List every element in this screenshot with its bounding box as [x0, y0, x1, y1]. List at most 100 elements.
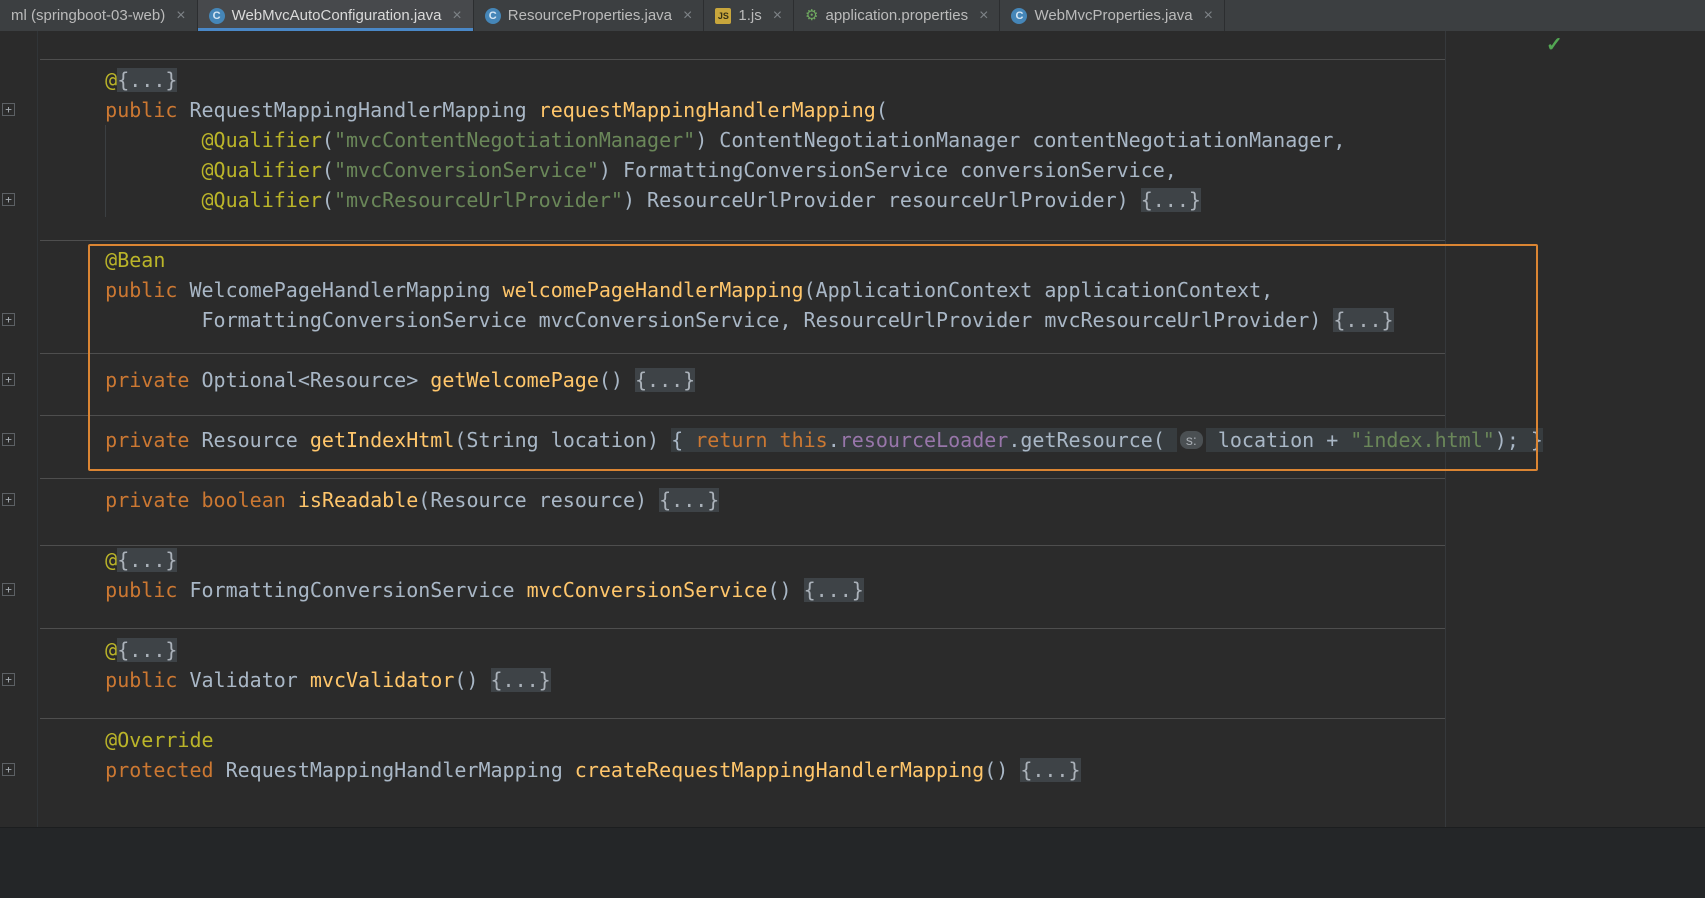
code-token: FormattingConversionService — [177, 578, 527, 602]
code-line[interactable]: public RequestMappingHandlerMapping requ… — [57, 95, 1543, 125]
code-token: () — [767, 578, 804, 602]
code-token: {...} — [803, 578, 864, 602]
tab-springboot-03-web[interactable]: ml (springboot-03-web) × — [0, 0, 198, 31]
code-line[interactable]: @{...} — [57, 545, 1543, 575]
code-line[interactable] — [57, 515, 1543, 545]
highlight-box — [88, 244, 1538, 471]
editor-tab-bar: ml (springboot-03-web) × C WebMvcAutoCon… — [0, 0, 1705, 31]
close-icon[interactable]: × — [176, 7, 185, 25]
code-token: boolean — [201, 488, 286, 512]
code-token: @Qualifier — [201, 188, 322, 212]
java-class-icon: C — [1011, 7, 1028, 24]
tab-label: ml (springboot-03-web) — [11, 7, 166, 24]
code-token: ) ResourceUrlProvider resourceUrlProvide… — [622, 188, 1141, 212]
gutter-divider — [37, 31, 38, 827]
code-line[interactable]: public FormattingConversionService mvcCo… — [57, 575, 1543, 605]
editor[interactable]: @{...} public RequestMappingHandlerMappi… — [0, 31, 1705, 827]
code-line[interactable] — [57, 215, 1543, 245]
close-icon[interactable]: × — [683, 7, 692, 25]
code-line[interactable]: @Override — [57, 725, 1543, 755]
code-line[interactable] — [57, 695, 1543, 725]
code-token: protected — [105, 758, 214, 782]
code-token: @Override — [105, 728, 214, 752]
fold-toggle-icon[interactable]: + — [2, 313, 15, 326]
code-token: {...} — [1140, 188, 1201, 212]
java-class-icon: C — [484, 7, 501, 24]
code-token: requestMappingHandlerMapping — [538, 98, 876, 122]
code-token: ) ContentNegotiationManager contentNegot… — [695, 128, 1346, 152]
fold-toggle-icon[interactable]: + — [2, 673, 15, 686]
tab-webmvcautoconfiguration-java[interactable]: C WebMvcAutoConfiguration.java × — [197, 0, 474, 31]
fold-toggle-icon[interactable]: + — [2, 493, 15, 506]
code-line[interactable]: @Qualifier("mvcContentNegotiationManager… — [57, 125, 1543, 155]
code-line[interactable]: @{...} — [57, 65, 1543, 95]
code-token: "mvcContentNegotiationManager" — [333, 128, 696, 152]
inspections-status-icon[interactable]: ✓ — [1546, 35, 1563, 55]
javascript-file-icon: JS — [715, 7, 732, 24]
code-token: {...} — [117, 68, 178, 92]
fold-toggle-icon[interactable]: + — [2, 373, 15, 386]
code-token: ) FormattingConversionService conversion… — [598, 158, 1177, 182]
tab-label: 1.js — [738, 7, 762, 24]
tab-application-properties[interactable]: ⚙ application.properties × — [794, 0, 1001, 31]
ide-window: ml (springboot-03-web) × C WebMvcAutoCon… — [0, 0, 1705, 898]
code-line[interactable]: public Validator mvcValidator() {...} — [57, 665, 1543, 695]
close-icon[interactable]: × — [979, 7, 988, 25]
tab-label: WebMvcAutoConfiguration.java — [231, 7, 442, 24]
close-icon[interactable]: × — [1204, 7, 1213, 25]
java-class-icon: C — [208, 7, 225, 24]
code-token: @Qualifier — [201, 128, 322, 152]
code-line[interactable]: @Qualifier("mvcResourceUrlProvider") Res… — [57, 185, 1543, 215]
code-token: public — [105, 98, 178, 122]
code-line[interactable] — [57, 605, 1543, 635]
code-line[interactable]: @{...} — [57, 635, 1543, 665]
tab-label: application.properties — [825, 7, 969, 24]
code-token: () — [984, 758, 1021, 782]
code-token: Validator — [177, 668, 310, 692]
method-separator — [40, 59, 1445, 60]
tab-webmvcproperties-java[interactable]: C WebMvcProperties.java × — [1000, 0, 1225, 31]
close-icon[interactable]: × — [773, 7, 782, 25]
code-line[interactable]: @Qualifier("mvcConversionService") Forma… — [57, 155, 1543, 185]
code-token: {...} — [1020, 758, 1081, 782]
fold-toggle-icon[interactable]: + — [2, 193, 15, 206]
code-token: private — [105, 488, 190, 512]
fold-toggle-icon[interactable]: + — [2, 763, 15, 776]
close-icon[interactable]: × — [452, 7, 461, 25]
code-token: {...} — [117, 638, 178, 662]
code-token: "mvcConversionService" — [333, 158, 599, 182]
code-token: ( — [321, 188, 334, 212]
code-token: RequestMappingHandlerMapping — [213, 758, 575, 782]
bottom-panel — [0, 827, 1705, 898]
code-line[interactable]: protected RequestMappingHandlerMapping c… — [57, 755, 1543, 785]
fold-toggle-icon[interactable]: + — [2, 433, 15, 446]
code-token: public — [105, 578, 178, 602]
fold-toggle-icon[interactable]: + — [2, 583, 15, 596]
properties-file-icon: ⚙ — [805, 6, 819, 24]
code-token: @Qualifier — [201, 158, 322, 182]
code-token: "mvcResourceUrlProvider" — [333, 188, 623, 212]
code-line[interactable]: private boolean isReadable(Resource reso… — [57, 485, 1543, 515]
tab-1-js[interactable]: JS 1.js × — [704, 0, 795, 31]
code-token: {...} — [659, 488, 720, 512]
tab-resourceproperties-java[interactable]: C ResourceProperties.java × — [474, 0, 705, 31]
code-token: mvcConversionService — [526, 578, 768, 602]
code-token: ( — [321, 158, 334, 182]
code-token: public — [105, 668, 178, 692]
code-token: {...} — [117, 548, 178, 572]
code-token: @ — [105, 638, 118, 662]
code-token: createRequestMappingHandlerMapping — [574, 758, 985, 782]
code-token: (Resource resource) — [418, 488, 660, 512]
fold-toggle-icon[interactable]: + — [2, 103, 15, 116]
